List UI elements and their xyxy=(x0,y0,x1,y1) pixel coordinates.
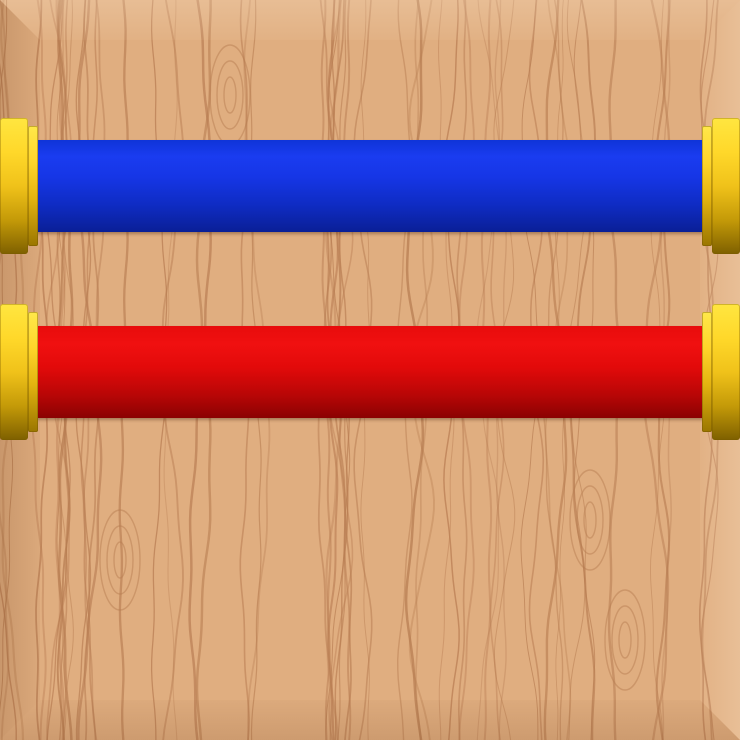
blue-rod[interactable] xyxy=(0,118,740,254)
red-rod[interactable] xyxy=(0,304,740,440)
blue-rod-bar[interactable] xyxy=(34,140,708,232)
blue-rod-left-cap xyxy=(0,118,40,254)
red-rod-right-cap xyxy=(700,304,740,440)
blue-rod-right-cap xyxy=(700,118,740,254)
game-board xyxy=(0,0,740,740)
red-rod-bar[interactable] xyxy=(34,326,708,418)
red-rod-left-cap xyxy=(0,304,40,440)
